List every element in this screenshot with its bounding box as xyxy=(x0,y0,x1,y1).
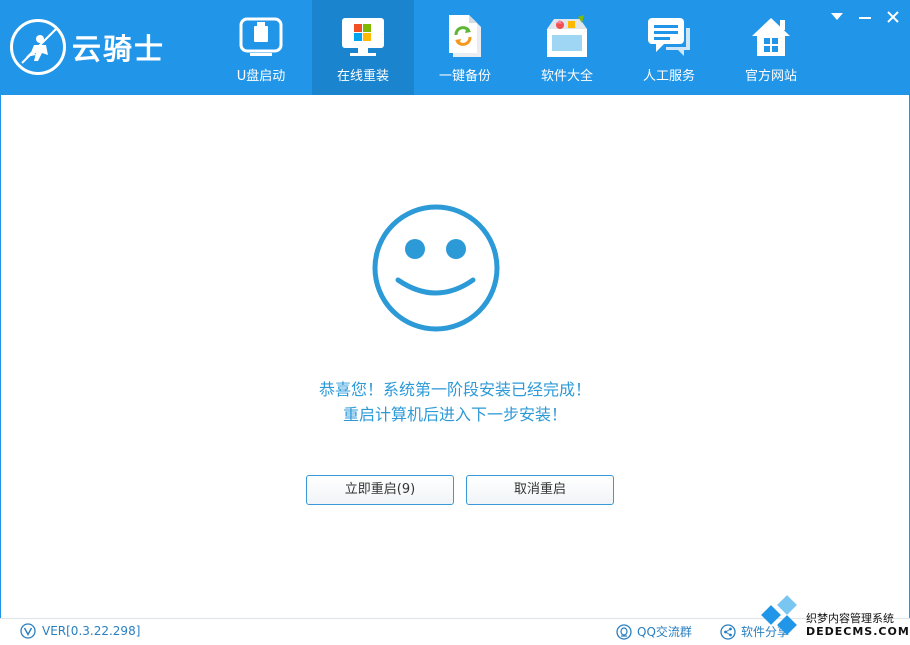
nav-one-click-backup-label: 一键备份 xyxy=(438,69,491,84)
nav-official-site-label: 官方网站 xyxy=(744,69,797,84)
share-link[interactable]: 软件分享 xyxy=(720,623,789,640)
windows-monitor-icon xyxy=(340,15,386,59)
smiley-face-icon xyxy=(372,204,500,332)
nav-official-site[interactable]: 官方网站 xyxy=(720,0,822,95)
menu-dropdown-icon[interactable] xyxy=(828,8,846,26)
nav-online-reinstall[interactable]: 在线重装 xyxy=(312,0,414,95)
nav-software-center-label: 软件大全 xyxy=(540,69,593,84)
main-content: 恭喜您！系统第一阶段安装已经完成！ 重启计算机后进入下一步安装！ 立即重启(9)… xyxy=(0,95,910,618)
version-badge-icon xyxy=(20,623,36,639)
home-icon xyxy=(748,15,794,59)
qq-group-label: QQ交流群 xyxy=(637,625,692,639)
nav-manual-service-label: 人工服务 xyxy=(642,69,695,84)
main-nav: U盘启动 在线重装 一键备份 软件大全 人工服务 官方网站 xyxy=(210,0,822,95)
nav-usb-boot-label: U盘启动 xyxy=(236,69,286,84)
share-icon xyxy=(720,623,736,640)
share-label: 软件分享 xyxy=(741,625,790,639)
title-bar: 云骑士 U盘启动 在线重装 一键备份 软件大全 人工服务 官方网站 xyxy=(0,0,910,95)
cancel-restart-button[interactable]: 取消重启 xyxy=(466,475,614,505)
version-info: VER[0.3.22.298] xyxy=(20,623,140,639)
close-icon[interactable] xyxy=(884,8,902,26)
nav-online-reinstall-label: 在线重装 xyxy=(336,69,389,84)
qq-group-link[interactable]: QQ交流群 xyxy=(616,623,692,640)
nav-one-click-backup[interactable]: 一键备份 xyxy=(414,0,516,95)
nav-usb-boot[interactable]: U盘启动 xyxy=(210,0,312,95)
minimize-icon[interactable] xyxy=(856,8,874,26)
success-message: 恭喜您！系统第一阶段安装已经完成！ xyxy=(318,380,591,399)
nav-software-center[interactable]: 软件大全 xyxy=(516,0,618,95)
restart-hint: 重启计算机后进入下一步安装！ xyxy=(342,405,567,424)
backup-document-icon xyxy=(442,15,488,59)
software-box-icon xyxy=(544,15,590,59)
restart-now-button[interactable]: 立即重启(9) xyxy=(306,475,454,505)
knight-logo-icon xyxy=(10,19,66,75)
app-name: 云骑士 xyxy=(72,32,166,66)
nav-manual-service[interactable]: 人工服务 xyxy=(618,0,720,95)
qq-icon xyxy=(616,623,632,640)
version-text: VER[0.3.22.298] xyxy=(42,624,141,638)
app-logo: 云骑士 xyxy=(10,14,165,80)
window-controls xyxy=(828,8,902,26)
chat-bubble-icon xyxy=(646,15,692,59)
usb-drive-icon xyxy=(238,15,284,59)
status-bar: VER[0.3.22.298] QQ交流群 软件分享 xyxy=(0,618,910,645)
